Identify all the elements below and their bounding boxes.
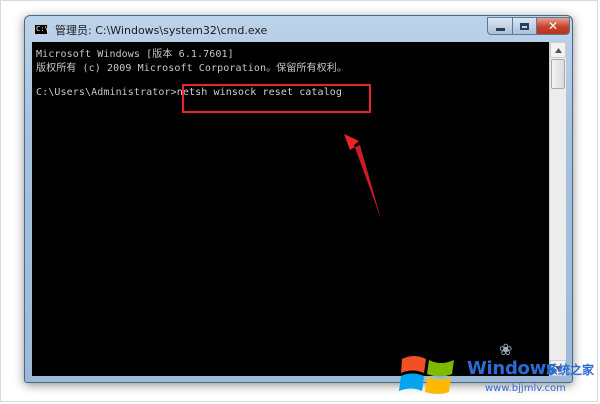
site-watermark: ❀ Windows 系统之家 www.bjjmlv.com	[395, 340, 600, 402]
paw-icon: ❀	[499, 340, 513, 359]
watermark-brand: Windows	[467, 358, 557, 379]
watermark-url: www.bjjmlv.com	[485, 383, 566, 394]
windows-logo-icon	[399, 356, 454, 394]
watermark-brand-cn: 系统之家	[546, 363, 595, 377]
